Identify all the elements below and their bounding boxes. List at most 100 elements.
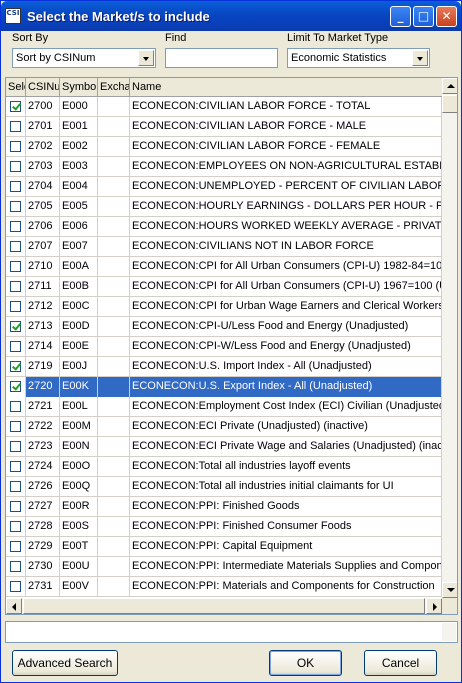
select-checkbox[interactable] [10,521,21,532]
minimize-icon: _ [397,9,404,23]
advanced-search-button[interactable]: Advanced Search [12,650,118,676]
row-exchange [98,277,130,297]
select-checkbox[interactable] [10,301,21,312]
limit-market-type-dropdown[interactable]: Economic Statistics [287,48,430,68]
app-icon: CSI [5,8,21,24]
vertical-scroll-thumb[interactable] [442,95,457,113]
select-checkbox[interactable] [10,441,21,452]
table-row[interactable]: 2729 E00T ECONECON:PPI: Capital Equipment [6,537,442,557]
column-header-name[interactable]: Name [130,78,442,97]
scroll-left-icon[interactable] [6,598,22,614]
row-name: ECONECON:PPI: Finished Consumer Foods [130,517,442,537]
select-checkbox[interactable] [10,241,21,252]
select-checkbox[interactable] [10,561,21,572]
table-row[interactable]: 2713 E00D ECONECON:CPI-U/Less Food and Ene… [6,317,442,337]
select-checkbox[interactable] [10,201,21,212]
row-symbol: E00A [60,257,98,277]
row-exchange [98,437,130,457]
table-row[interactable]: 2707 E007 ECONECON:CIVILIANS NOT IN LABOR … [6,237,442,257]
row-exchange [98,257,130,277]
select-checkbox[interactable] [10,381,21,392]
horizontal-scroll-thumb[interactable] [23,598,425,614]
select-checkbox[interactable] [10,541,21,552]
table-row[interactable]: 2706 E006 ECONECON:HOURS WORKED WEEKLY AVE… [6,217,442,237]
table-row[interactable]: 2731 E00V ECONECON:PPI: Materials and Comp… [6,577,442,597]
scroll-down-icon[interactable] [442,582,457,598]
table-row[interactable]: 2714 E00E ECONECON:CPI-W/Less Food and Ene… [6,337,442,357]
select-checkbox[interactable] [10,501,21,512]
select-checkbox[interactable] [10,401,21,412]
close-button[interactable]: ✕ [436,6,457,27]
select-checkbox[interactable] [10,101,21,112]
row-name: ECONECON:CPI for All Urban Consumers (CP… [130,277,442,297]
select-checkbox[interactable] [10,181,21,192]
table-row[interactable]: 2700 E000 ECONECON:CIVILIAN LABOR FORCE - … [6,97,442,117]
horizontal-scrollbar[interactable] [6,598,442,614]
row-symbol: E00U [60,557,98,577]
column-header-select[interactable]: Sele [6,78,26,97]
table-row[interactable]: 2701 E001 ECONECON:CIVILIAN LABOR FORCE - … [6,117,442,137]
table-row[interactable]: 2722 E00M ECONECON:ECI Private (Unadjusted… [6,417,442,437]
memo-scrollbar[interactable] [442,623,456,641]
table-row[interactable]: 2712 E00C ECONECON:CPI for Urban Wage Earn… [6,297,442,317]
table-row[interactable]: 2705 E005 ECONECON:HOURLY EARNINGS - DOLLA… [6,197,442,217]
row-csinum: 2719 [26,357,60,377]
row-symbol: E000 [60,97,98,117]
row-symbol: E001 [60,117,98,137]
title-bar[interactable]: CSI Select the Market/s to include _ □ ✕ [1,1,461,31]
select-checkbox[interactable] [10,141,21,152]
select-checkbox[interactable] [10,461,21,472]
chevron-down-icon[interactable] [138,50,154,66]
table-row[interactable]: 2710 E00A ECONECON:CPI for All Urban Consu… [6,257,442,277]
row-exchange [98,117,130,137]
row-select-cell [6,117,26,137]
table-row[interactable]: 2723 E00N ECONECON:ECI Private Wage and Sa… [6,437,442,457]
table-row[interactable]: 2724 E00O ECONECON:Total all industries la… [6,457,442,477]
select-checkbox[interactable] [10,121,21,132]
table-row[interactable]: 2703 E003 ECONECON:EMPLOYEES ON NON-AGRICU… [6,157,442,177]
select-checkbox[interactable] [10,161,21,172]
chevron-down-icon[interactable] [412,50,428,66]
table-row[interactable]: 2728 E00S ECONECON:PPI: Finished Consumer … [6,517,442,537]
table-row[interactable]: 2730 E00U ECONECON:PPI: Intermediate Mater… [6,557,442,577]
ok-button[interactable]: OK [269,650,342,676]
select-checkbox[interactable] [10,481,21,492]
column-header-symbol[interactable]: Symbol [60,78,98,97]
select-checkbox[interactable] [10,421,21,432]
row-select-cell [6,497,26,517]
cancel-button[interactable]: Cancel [364,650,437,676]
table-row[interactable]: 2726 E00Q ECONECON:Total all industries in… [6,477,442,497]
row-name: ECONECON:UNEMPLOYED - PERCENT OF CIVILIA… [130,177,442,197]
scroll-right-icon[interactable] [426,598,442,614]
table-row[interactable]: 2702 E002 ECONECON:CIVILIAN LABOR FORCE - … [6,137,442,157]
row-select-cell [6,357,26,377]
find-input[interactable] [165,48,278,68]
select-checkbox[interactable] [10,361,21,372]
row-csinum: 2704 [26,177,60,197]
scroll-up-icon[interactable] [442,78,457,94]
vertical-scrollbar[interactable] [442,78,457,598]
table-row[interactable]: 2727 E00R ECONECON:PPI: Finished Goods [6,497,442,517]
details-memo-field[interactable] [5,621,458,643]
table-row[interactable]: 2704 E004 ECONECON:UNEMPLOYED - PERCENT OF… [6,177,442,197]
column-header-csinum[interactable]: CSINu [26,78,60,97]
minimize-button[interactable]: _ [390,6,411,27]
sort-by-dropdown[interactable]: Sort by CSINum [12,48,156,68]
table-row[interactable]: 2711 E00B ECONECON:CPI for All Urban Consu… [6,277,442,297]
row-select-cell [6,97,26,117]
select-checkbox[interactable] [10,221,21,232]
row-symbol: E003 [60,157,98,177]
row-select-cell [6,377,26,397]
maximize-button[interactable]: □ [413,6,434,27]
select-checkbox[interactable] [10,321,21,332]
select-checkbox[interactable] [10,341,21,352]
table-row[interactable]: 2719 E00J ECONECON:U.S. Import Index - All… [6,357,442,377]
table-row[interactable]: 2721 E00L ECONECON:Employment Cost Index (… [6,397,442,417]
row-symbol: E00T [60,537,98,557]
table-row[interactable]: 2720 E00K ECONECON:U.S. Export Index - All… [6,377,442,397]
find-label: Find [165,32,187,44]
select-checkbox[interactable] [10,261,21,272]
select-checkbox[interactable] [10,281,21,292]
column-header-exchange[interactable]: Excha [98,78,130,97]
select-checkbox[interactable] [10,581,21,592]
